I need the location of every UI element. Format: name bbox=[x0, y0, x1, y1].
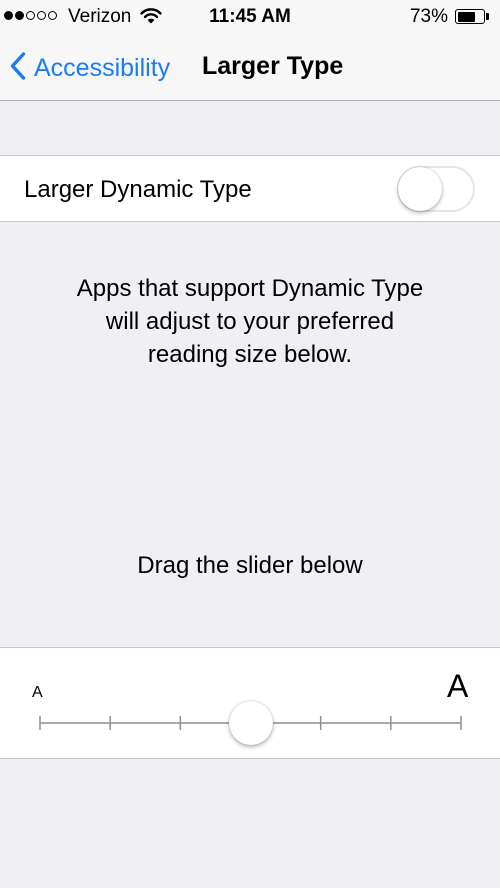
page-title: Larger Type bbox=[202, 52, 344, 80]
description-line: Apps that support Dynamic Type bbox=[76, 275, 424, 302]
chevron-left-icon bbox=[10, 51, 26, 85]
battery-tip bbox=[486, 13, 489, 20]
description-line: reading size below. bbox=[147, 341, 353, 368]
battery-icon bbox=[455, 9, 485, 24]
dynamic-type-description: Apps that support Dynamic Type will adju… bbox=[0, 272, 500, 371]
slider-thumb[interactable] bbox=[228, 701, 273, 745]
larger-dynamic-type-row: Larger Dynamic Type bbox=[0, 155, 500, 222]
text-size-slider-panel: A A bbox=[0, 647, 500, 759]
larger-dynamic-type-switch[interactable] bbox=[397, 166, 475, 212]
status-bar: Verizon 11:45 AM 73% bbox=[0, 0, 500, 34]
switch-knob bbox=[398, 167, 442, 211]
battery-percentage: 73% bbox=[409, 6, 448, 27]
navigation-bar: Accessibility Larger Type bbox=[0, 34, 500, 101]
battery-fill bbox=[457, 11, 476, 22]
larger-dynamic-type-label: Larger Dynamic Type bbox=[24, 176, 252, 203]
back-button-label: Accessibility bbox=[34, 53, 171, 82]
back-button[interactable]: Accessibility bbox=[10, 48, 170, 88]
text-size-slider[interactable] bbox=[0, 648, 500, 760]
slider-hint: Drag the slider below bbox=[137, 552, 363, 579]
description-line: will adjust to your preferred bbox=[105, 308, 395, 335]
